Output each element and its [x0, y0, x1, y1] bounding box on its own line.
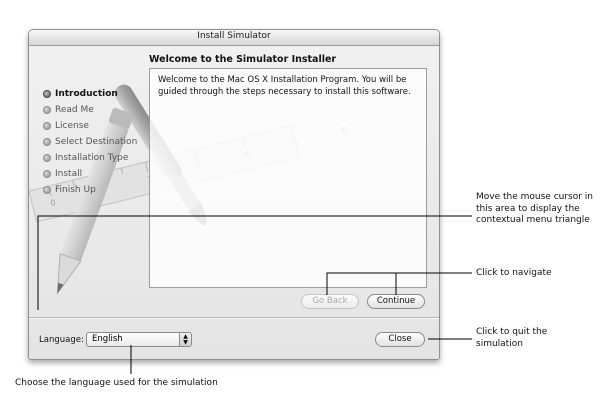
ruler-tick-label: 0 — [50, 198, 57, 208]
quit-callout: Click to quit the simulation — [476, 327, 548, 349]
footer-divider — [29, 317, 439, 319]
page-heading: Welcome to the Simulator Installer — [149, 54, 337, 65]
step-bullet-icon — [43, 90, 51, 98]
step-license: License — [43, 118, 137, 134]
window-title: Install Simulator — [197, 31, 271, 41]
close-button[interactable]: Close — [375, 332, 425, 347]
language-select-value: English — [92, 334, 123, 344]
step-bullet-icon — [43, 154, 51, 162]
content-pane[interactable]: Welcome to the Mac OS X Installation Pro… — [149, 68, 427, 288]
step-bullet-icon — [43, 186, 51, 194]
language-label: Language: — [39, 335, 84, 345]
step-installation-type: Installation Type — [43, 150, 137, 166]
context-menu-callout: Move the mouse cursor in this area to di… — [476, 192, 594, 225]
step-read-me: Read Me — [43, 102, 137, 118]
step-introduction: Introduction — [43, 86, 137, 102]
continue-button[interactable]: Continue — [367, 294, 425, 309]
language-select[interactable]: English ▲ ▼ — [86, 332, 192, 347]
select-arrows-icon: ▲ ▼ — [179, 333, 191, 346]
step-finish-up: Finish Up — [43, 182, 137, 198]
step-bullet-icon — [43, 122, 51, 130]
welcome-text: Welcome to the Mac OS X Installation Pro… — [158, 75, 411, 97]
step-install: Install — [43, 166, 137, 182]
title-bar[interactable]: Install Simulator — [29, 30, 439, 46]
step-select-destination: Select Destination — [43, 134, 137, 150]
installer-steps-list: Introduction Read Me License Select Dest… — [43, 86, 137, 198]
step-bullet-icon — [43, 138, 51, 146]
navigate-callout: Click to navigate — [476, 268, 552, 278]
installer-window: Install Simulator 0123456 — [28, 29, 440, 360]
go-back-button[interactable]: Go Back — [301, 294, 359, 309]
step-bullet-icon — [43, 170, 51, 178]
language-callout: Choose the language used for the simulat… — [15, 378, 218, 388]
step-bullet-icon — [43, 106, 51, 114]
